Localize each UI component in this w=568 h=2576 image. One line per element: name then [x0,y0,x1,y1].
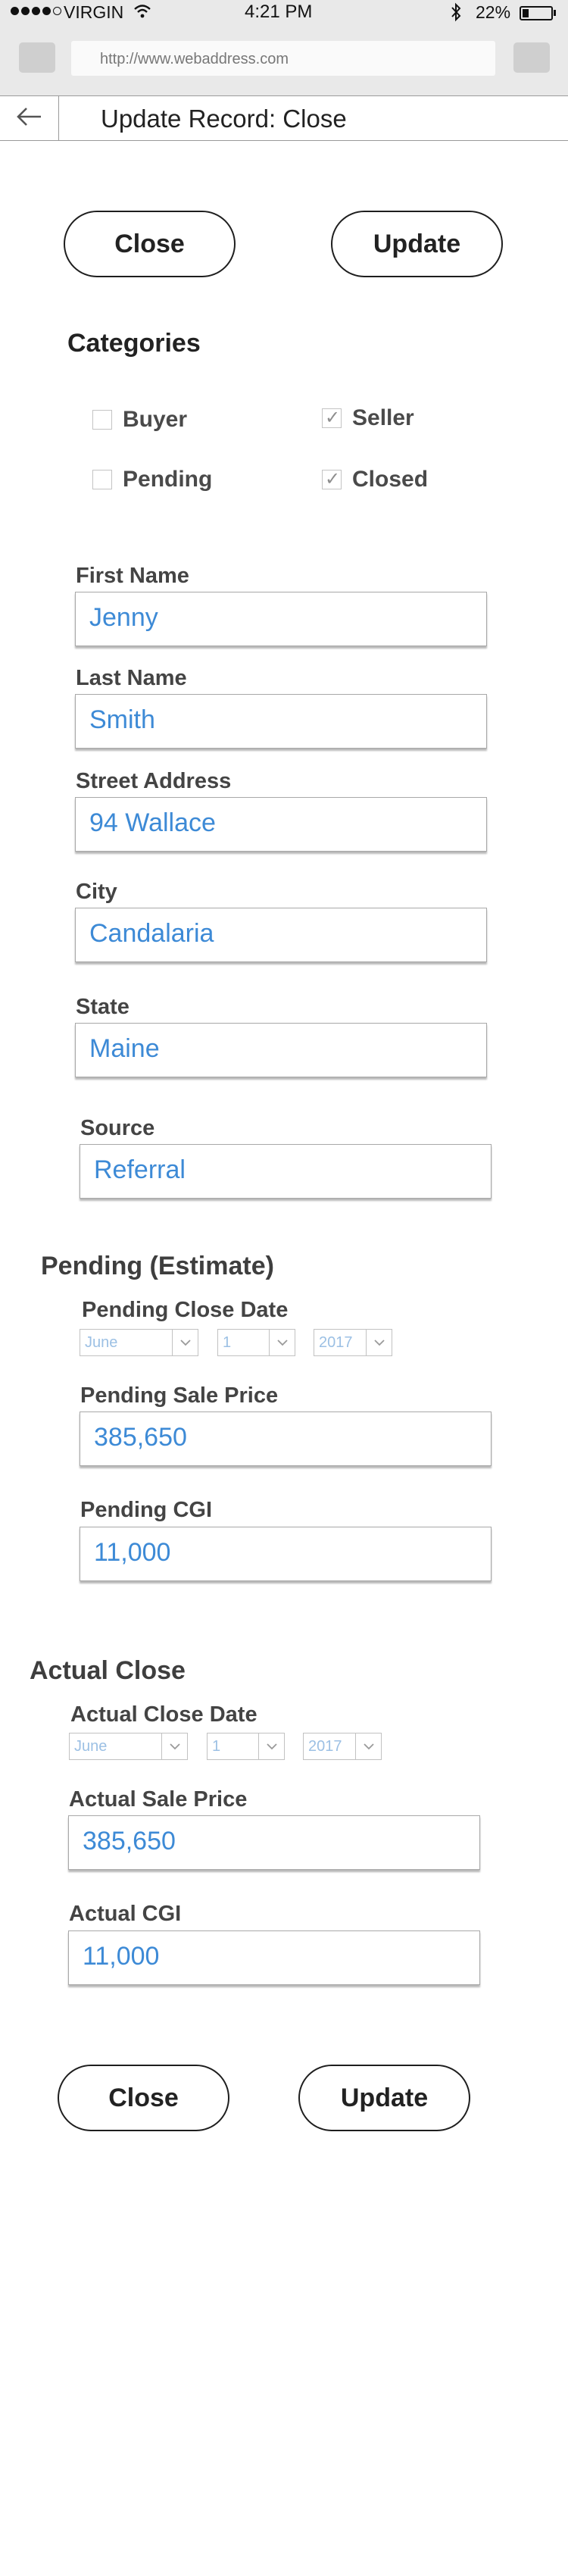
chevron-down-icon [355,1733,381,1759]
update-button[interactable]: Update [331,211,503,277]
close-button[interactable]: Close [64,211,236,277]
actual-day-select[interactable]: 1 [207,1733,285,1760]
actual-month-select[interactable]: June [69,1733,188,1760]
source-input[interactable]: Referral [80,1144,492,1199]
city-label: City [76,880,117,904]
browser-menu-button[interactable] [513,42,550,73]
url-field[interactable]: http://www.webaddress.com [71,41,495,76]
battery-percentage: 22% [476,2,511,22]
chevron-down-icon [366,1330,392,1355]
actual-year-select[interactable]: 2017 [303,1733,382,1760]
battery-icon [520,6,553,20]
pending-close-date-label: Pending Close Date [82,1298,289,1322]
city-input[interactable]: Candalaria [75,908,487,962]
pending-sale-price-input[interactable]: 385,650 [80,1411,492,1466]
browser-back-button[interactable] [19,42,55,73]
battery-tip [554,10,556,16]
first-name-label: First Name [76,564,189,588]
category-label: Pending [123,467,213,492]
pending-cgi-input[interactable]: 11,000 [80,1527,492,1581]
wifi-icon [133,3,151,23]
category-label: Buyer [123,407,188,432]
page-title: Update Record: Close [101,105,347,133]
status-bar: VIRGIN 4:21 PM 22% [0,0,568,26]
categories-heading: Categories [67,329,201,358]
source-label: Source [80,1116,155,1140]
browser-toolbar: http://www.webaddress.com [0,26,568,95]
actual-sale-price-input[interactable]: 385,650 [68,1815,480,1870]
actual-cgi-input[interactable]: 11,000 [68,1930,480,1985]
signal-dots-icon [11,7,61,15]
carrier-name: VIRGIN [64,2,124,22]
clock-time: 4:21 PM [245,2,313,22]
pending-day-select[interactable]: 1 [217,1329,295,1356]
street-address-input[interactable]: 94 Wallace [75,797,487,852]
checkbox-closed[interactable] [322,468,342,490]
select-value: 2017 [319,1333,353,1351]
last-name-input[interactable]: Smith [75,694,487,749]
chevron-down-icon [161,1733,187,1759]
update-button-bottom[interactable]: Update [298,2065,470,2131]
chevron-down-icon [172,1330,198,1355]
title-bar: Update Record: Close [0,95,568,141]
category-label: Seller [352,405,414,430]
pending-year-select[interactable]: 2017 [314,1329,392,1356]
select-value: June [74,1737,108,1755]
pending-cgi-label: Pending CGI [80,1498,212,1522]
pending-sale-price-label: Pending Sale Price [80,1383,279,1408]
pending-heading: Pending (Estimate) [41,1252,274,1280]
chevron-down-icon [269,1330,295,1355]
category-label: Closed [352,467,429,492]
category-pending[interactable]: Pending [92,467,212,492]
category-buyer[interactable]: Buyer [92,407,187,433]
bluetooth-icon [450,2,462,27]
state-label: State [76,995,130,1019]
checkbox-seller[interactable] [322,407,342,429]
actual-cgi-label: Actual CGI [69,1902,182,1926]
first-name-input[interactable]: Jenny [75,592,487,646]
select-value: 1 [223,1333,232,1351]
back-arrow-icon [16,106,43,131]
actual-sale-price-label: Actual Sale Price [69,1787,248,1812]
last-name-label: Last Name [76,666,187,690]
select-value: 2017 [308,1737,342,1755]
category-seller[interactable]: Seller [322,405,414,431]
close-button-bottom[interactable]: Close [58,2065,229,2131]
select-value: 1 [212,1737,221,1755]
actual-close-date-label: Actual Close Date [70,1702,257,1727]
pending-month-select[interactable]: June [80,1329,198,1356]
back-button[interactable] [0,96,59,140]
checkbox-buyer[interactable] [92,410,112,430]
category-closed[interactable]: Closed [322,467,428,492]
state-input[interactable]: Maine [75,1023,487,1077]
actual-close-heading: Actual Close [30,1656,186,1685]
street-address-label: Street Address [76,769,232,793]
checkbox-pending[interactable] [92,470,112,489]
select-value: June [85,1333,118,1351]
chevron-down-icon [258,1733,284,1759]
